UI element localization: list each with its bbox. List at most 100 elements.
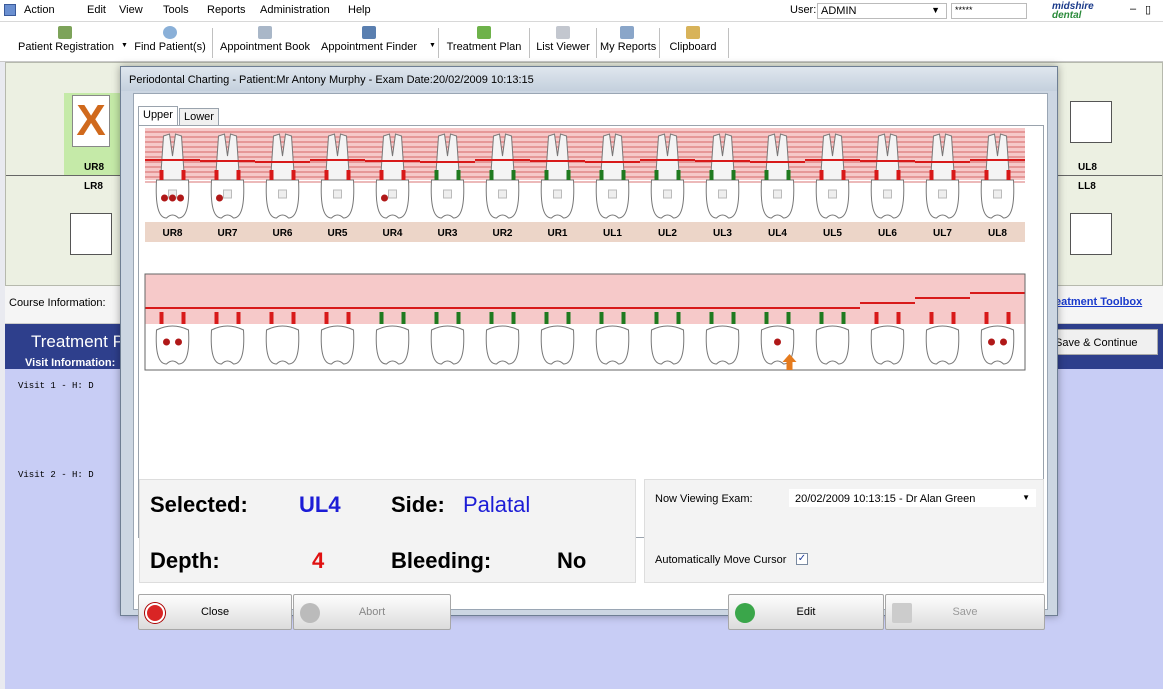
menu-reports[interactable]: Reports <box>207 4 246 16</box>
palatal-tooth <box>540 325 575 365</box>
pocket-bar <box>896 312 901 324</box>
pocket-bar <box>566 312 571 324</box>
pocket-bar <box>1006 170 1011 180</box>
pocket-bar <box>544 170 549 180</box>
pocket-bar <box>346 312 351 324</box>
tooth-crown <box>650 179 685 219</box>
tab-lower[interactable]: Lower <box>179 108 219 125</box>
minimize-icon[interactable]: – <box>1130 3 1136 15</box>
treatment-plan-button[interactable]: Treatment Plan <box>444 24 524 60</box>
bleeding-dot <box>169 194 176 202</box>
menu-tools[interactable]: Tools <box>163 4 189 16</box>
treatment-plan-title: Treatment P <box>31 332 124 351</box>
clipboard-button[interactable]: Clipboard <box>664 24 722 60</box>
find-patients-button[interactable]: Find Patient(s) <box>131 24 209 60</box>
patient-registration-button[interactable]: Patient Registration <box>18 24 114 60</box>
tooth-occlusal <box>718 189 727 199</box>
visit-2-item[interactable]: Visit 2 - H: D <box>18 470 94 480</box>
pocket-bar <box>599 170 604 180</box>
tooth-ul8-box[interactable] <box>1070 101 1112 143</box>
tooth-crown <box>760 179 795 219</box>
list-viewer-button[interactable]: List Viewer <box>533 24 593 60</box>
menu-bar: Action Edit View Tools Reports Administr… <box>0 0 1163 22</box>
tooth-label: UR6 <box>272 228 292 239</box>
pocket-bar <box>291 312 296 324</box>
edit-button[interactable]: Edit <box>728 594 884 630</box>
toolbar: Patient Registration ▼ Find Patient(s) A… <box>0 22 1163 62</box>
pocket-bar <box>896 170 901 180</box>
visit-1-item[interactable]: Visit 1 - H: D <box>18 381 94 391</box>
bleeding-dot <box>1000 338 1007 346</box>
tooth-crown <box>870 179 905 219</box>
chevron-down-icon[interactable]: ▼ <box>429 42 436 49</box>
pocket-bar <box>764 312 769 324</box>
chart-panel: UR8 UR7 UR6 UR5 UR4 UR3 UR2 UR1 UL1 UL2 UL3 UL4 UL5 U… <box>138 125 1044 538</box>
pocket-bar <box>456 312 461 324</box>
pocket-bar <box>841 170 846 180</box>
my-reports-button[interactable]: My Reports <box>600 24 656 60</box>
exam-select[interactable]: 20/02/2009 10:13:15 - Dr Alan Green ▼ <box>788 488 1037 508</box>
tooth-label: UL2 <box>658 228 677 239</box>
pocket-bar <box>159 170 164 180</box>
pocket-bar <box>379 312 384 324</box>
tooth-occlusal <box>388 189 397 199</box>
tooth-label: UR1 <box>547 228 567 239</box>
app-icon[interactable] <box>4 4 16 16</box>
pocket-bar <box>214 312 219 324</box>
tooth-label: UR5 <box>327 228 347 239</box>
close-button[interactable]: Close <box>138 594 292 630</box>
pocket-bar <box>269 312 274 324</box>
visit-info-label: Visit Information: <box>25 357 116 369</box>
menu-edit[interactable]: Edit <box>87 4 106 16</box>
perio-chart-svg[interactable]: UR8 UR7 UR6 UR5 UR4 UR3 UR2 UR1 UL1 UL2 UL3 UL4 UL5 U… <box>139 126 1043 537</box>
menu-action[interactable]: Action <box>24 4 55 16</box>
exam-view-panel: Now Viewing Exam: 20/02/2009 10:13:15 - … <box>644 479 1044 583</box>
appointment-book-button[interactable]: Appointment Book <box>218 24 312 60</box>
palatal-tooth <box>375 325 410 365</box>
abort-button[interactable]: Abort <box>293 594 451 630</box>
pocket-bar <box>621 170 626 180</box>
restore-icon[interactable]: ▯ <box>1145 3 1151 16</box>
auto-move-cursor-label: Automatically Move Cursor <box>655 554 787 566</box>
pocket-bar <box>456 170 461 180</box>
chevron-down-icon[interactable]: ▼ <box>121 42 128 49</box>
palatal-tooth <box>870 325 905 365</box>
toolbar-separator <box>438 28 439 58</box>
book-icon <box>258 26 272 39</box>
palatal-gum-band <box>145 274 1025 324</box>
menu-view[interactable]: View <box>119 4 143 16</box>
save-continue-label: Save & Continue <box>1055 337 1138 349</box>
side-value: Palatal <box>463 492 531 517</box>
tooth-lr8-box[interactable] <box>70 213 112 255</box>
tooth-occlusal <box>278 189 287 199</box>
appointment-finder-button[interactable]: Appointment Finder <box>318 24 420 60</box>
pocket-bar <box>434 170 439 180</box>
pocket-bar <box>676 312 681 324</box>
pocket-bar <box>1006 312 1011 324</box>
dialog-title: Periodontal Charting - Patient:Mr Antony… <box>121 67 1057 91</box>
save-button[interactable]: Save <box>885 594 1045 630</box>
tooth-crown <box>485 179 520 219</box>
menu-help[interactable]: Help <box>348 4 371 16</box>
treatment-toolbox-link[interactable]: eatment Toolbox <box>1055 296 1142 308</box>
side-label: Side: <box>391 492 445 517</box>
pocket-bar <box>489 170 494 180</box>
password-field[interactable]: ***** <box>951 3 1027 19</box>
toolbar-separator <box>596 28 597 58</box>
pocket-bar <box>621 312 626 324</box>
pocket-bar <box>731 312 736 324</box>
bleeding-dot <box>175 338 182 346</box>
bleeding-dot <box>177 194 184 202</box>
pocket-bar <box>709 312 714 324</box>
tooth-ll8-box[interactable] <box>1070 213 1112 255</box>
auto-move-cursor-checkbox[interactable]: ✓ <box>796 553 808 565</box>
brand-logo: midshire dental <box>1052 1 1094 21</box>
menu-administration[interactable]: Administration <box>260 4 330 16</box>
toolbar-separator <box>659 28 660 58</box>
bleeding-dot <box>774 338 781 346</box>
patient-registration-icon <box>58 26 72 39</box>
user-select[interactable]: ADMIN ▼ <box>817 3 947 19</box>
pocket-bar <box>159 312 164 324</box>
pocket-bar <box>786 170 791 180</box>
tab-upper[interactable]: Upper <box>138 106 178 126</box>
